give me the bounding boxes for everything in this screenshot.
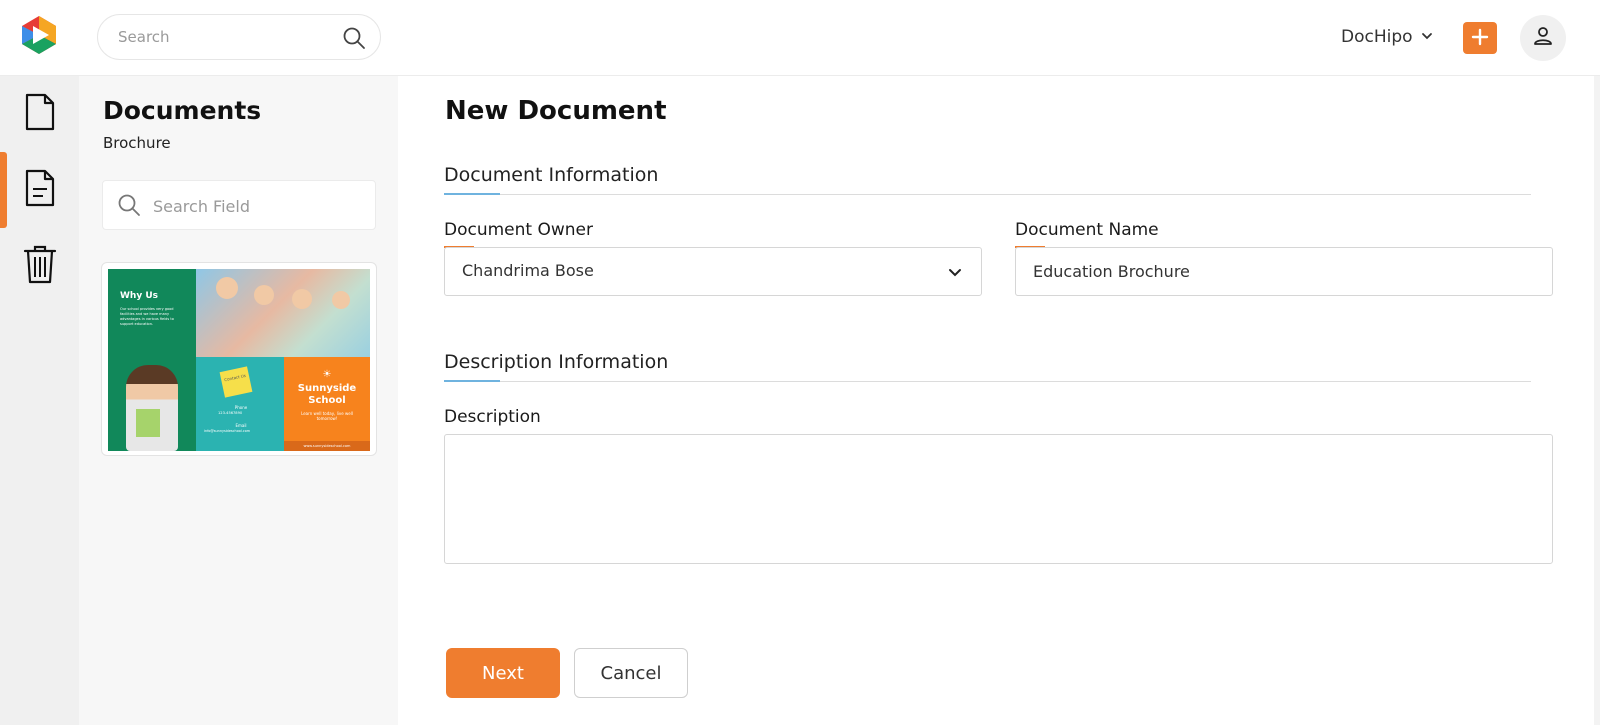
thumbnail-green-panel: Why Us Our school provides very good fac… [108, 269, 196, 451]
thumbnail-school-line1: Sunnyside [297, 383, 357, 394]
document-lines-icon [23, 169, 57, 211]
document-name-label: Document Name [1015, 220, 1159, 240]
brochure-thumbnail-card[interactable]: Why Us Our school provides very good fac… [101, 262, 377, 456]
thumbnail-school-line2: School [308, 395, 346, 406]
document-owner-value: Chandrima Bose [462, 261, 594, 280]
thumbnail-tagline: Learn well today, live well tomorrow! [301, 411, 353, 421]
thumbnail-why-us: Why Us [120, 291, 158, 301]
thumbnail-phone: 123-4567890 [218, 411, 243, 415]
cancel-button[interactable]: Cancel [574, 648, 688, 698]
section-divider [444, 194, 1531, 195]
thumbnail-phone-label: Phone [234, 405, 248, 410]
thumbnail-children-photo [196, 269, 370, 357]
thumbnail-right-panel: Contact Us Phone 123-4567890 Email info@… [196, 269, 370, 451]
chevron-down-icon [947, 264, 963, 280]
thumbnail-girl-image [126, 365, 178, 451]
document-name-input[interactable] [1015, 247, 1553, 296]
description-textarea[interactable] [444, 434, 1553, 564]
play-logo-icon[interactable] [18, 14, 60, 56]
documents-panel: Documents Brochure Why Us Our school pro… [79, 76, 398, 725]
user-icon [1532, 25, 1554, 51]
section-title-description-information: Description Information [444, 351, 669, 373]
rail-item-documents[interactable] [0, 76, 79, 152]
section-accent [444, 193, 500, 195]
document-owner-select[interactable]: Chandrima Bose [444, 247, 982, 296]
account-dropdown[interactable]: DocHipo [1341, 24, 1433, 50]
thumbnail-sun-icon: ☀ [322, 369, 332, 380]
user-avatar-button[interactable] [1520, 15, 1566, 61]
thumbnail-website: www.sunnysideschool.com [284, 441, 370, 451]
page-title: New Document [445, 96, 667, 126]
top-bar: DocHipo [0, 0, 1600, 76]
panel-title: Documents [103, 96, 262, 125]
panel-subtitle: Brochure [103, 134, 171, 152]
field-search-input[interactable] [153, 194, 363, 218]
thumbnail-email: info@sunnysideschool.com [204, 429, 251, 433]
plus-icon [1470, 27, 1490, 50]
new-document-form: New Document Document Information Docume… [398, 76, 1600, 725]
left-nav-rail [0, 76, 79, 725]
account-name: DocHipo [1341, 27, 1413, 47]
thumbnail-email-label: Email [235, 423, 247, 428]
rail-item-trash[interactable] [0, 228, 79, 304]
thumbnail-orange-panel: ☀ Sunnyside School Learn well today, liv… [284, 357, 370, 451]
thumbnail-book-image [136, 409, 160, 437]
top-search-input[interactable] [118, 25, 328, 49]
trash-icon [23, 244, 57, 288]
chevron-down-icon [1421, 27, 1433, 47]
field-search-box[interactable] [102, 180, 376, 230]
section-accent [444, 380, 500, 382]
rail-item-templates[interactable] [0, 152, 79, 228]
thumbnail-sticky-note: Contact Us [219, 366, 253, 398]
document-icon [23, 93, 57, 135]
section-title-document-information: Document Information [444, 164, 659, 186]
top-search-bar[interactable] [97, 14, 381, 60]
add-button[interactable] [1463, 22, 1497, 54]
thumbnail-body-text: Our school provides very good facilities… [120, 307, 174, 326]
brochure-thumbnail: Why Us Our school provides very good fac… [108, 269, 370, 451]
scrollbar-track[interactable] [1594, 76, 1600, 725]
search-icon [117, 193, 141, 217]
section-divider [444, 381, 1531, 382]
search-icon[interactable] [342, 26, 366, 50]
description-label: Description [444, 407, 541, 427]
next-button[interactable]: Next [446, 648, 560, 698]
document-owner-label: Document Owner [444, 220, 593, 240]
